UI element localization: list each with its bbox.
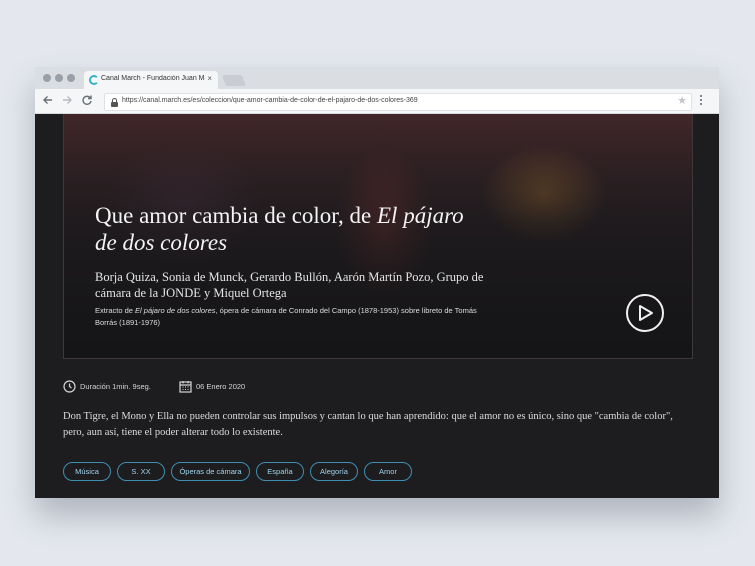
window-close-dot[interactable] bbox=[43, 74, 51, 82]
reload-icon[interactable] bbox=[81, 94, 93, 109]
clock-icon bbox=[63, 380, 76, 393]
window-minimize-dot[interactable] bbox=[55, 74, 63, 82]
calendar-icon bbox=[179, 381, 192, 393]
video-title: Que amor cambia de color, de El pájaro d… bbox=[95, 203, 464, 255]
video-description: Don Tigre, el Mono y Ella no pueden cont… bbox=[63, 411, 673, 438]
tag-amor[interactable]: Amor bbox=[364, 462, 412, 481]
browser-tab[interactable]: Canal March - Fundación Juan Mar × bbox=[84, 71, 218, 89]
page-content: Que amor cambia de color, de El pájaro d… bbox=[35, 114, 719, 498]
tag-operas-de-camara[interactable]: Óperas de cámara bbox=[171, 462, 250, 481]
tag-musica[interactable]: Música bbox=[63, 462, 111, 481]
tab-strip: Canal March - Fundación Juan Mar × bbox=[35, 67, 719, 89]
video-hero[interactable]: Que amor cambia de color, de El pájaro d… bbox=[63, 114, 693, 359]
back-icon[interactable] bbox=[42, 94, 54, 109]
menu-icon[interactable] bbox=[700, 95, 703, 107]
tag-alegoria[interactable]: Alegoría bbox=[310, 462, 358, 481]
tag-siglo-xx[interactable]: S. XX bbox=[117, 462, 165, 481]
duration-text: Duración 1min. 9seg. bbox=[80, 382, 151, 391]
tab-title: Canal March - Fundación Juan Mar bbox=[101, 75, 205, 82]
new-tab-button[interactable] bbox=[221, 75, 247, 86]
canal-march-favicon-icon bbox=[89, 75, 99, 85]
lock-icon bbox=[111, 98, 118, 107]
forward-icon[interactable] bbox=[61, 94, 73, 109]
play-button[interactable] bbox=[626, 294, 664, 332]
date-text: 06 Enero 2020 bbox=[196, 382, 246, 391]
address-bar[interactable]: https://canal.march.es/es/coleccion/que-… bbox=[104, 93, 692, 111]
url-text[interactable]: https://canal.march.es/es/coleccion/que-… bbox=[122, 97, 418, 104]
performers: Borja Quiza, Sonia de Munck, Gerardo Bul… bbox=[95, 270, 484, 300]
tag-espana[interactable]: España bbox=[256, 462, 304, 481]
video-extract-info: Extracto de El pájaro de dos colores, óp… bbox=[95, 306, 477, 327]
play-icon bbox=[639, 305, 653, 321]
browser-window: Canal March - Fundación Juan Mar × https… bbox=[35, 67, 719, 498]
tab-close-icon[interactable]: × bbox=[207, 74, 212, 84]
browser-toolbar: https://canal.march.es/es/coleccion/que-… bbox=[35, 89, 719, 114]
star-icon[interactable]: ★ bbox=[677, 95, 687, 108]
window-maximize-dot[interactable] bbox=[67, 74, 75, 82]
